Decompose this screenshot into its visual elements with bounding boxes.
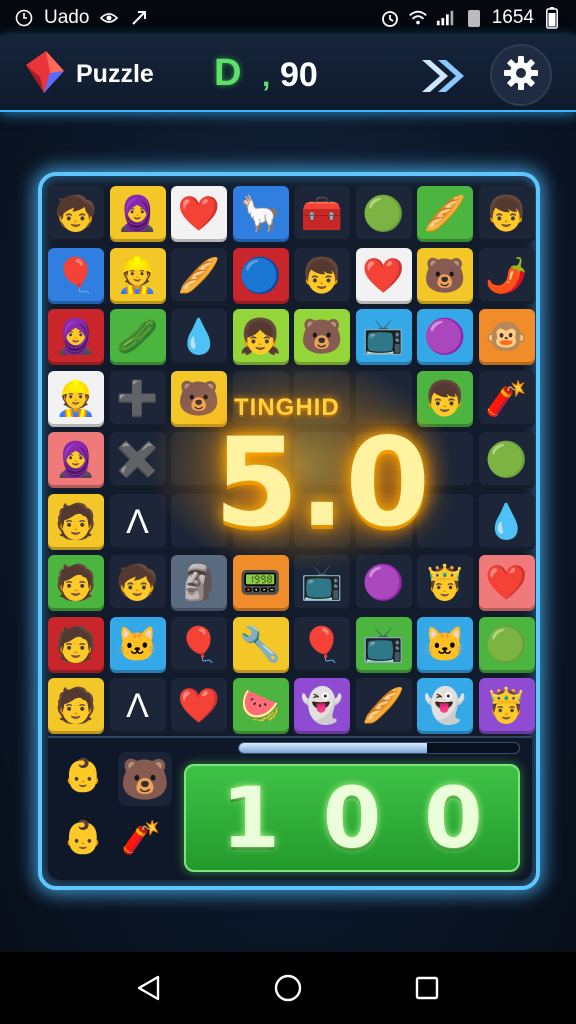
recents-square-icon xyxy=(415,976,438,1000)
signal-icon xyxy=(436,8,456,28)
game-screen: Uado 1654 Puzzle D , 90 🧒 🧕 ❤️ 🦙 🧰 🟢 🥖 👦… xyxy=(0,0,576,1024)
game-tile[interactable]: 🗿 xyxy=(171,555,227,611)
game-tile[interactable]: 🥖 xyxy=(355,678,412,734)
booster-piece[interactable]: 👶 xyxy=(60,814,106,860)
notification-icon xyxy=(129,8,149,28)
clock-time: 1654 xyxy=(491,7,534,28)
game-tile[interactable]: ❤️ xyxy=(478,555,535,611)
game-tile[interactable]: 🐱 xyxy=(417,616,473,673)
game-tile[interactable]: 🎈 xyxy=(294,616,350,673)
game-tile[interactable]: 📺 xyxy=(355,309,412,365)
eye-icon xyxy=(99,8,119,28)
game-tile[interactable]: 🎈 xyxy=(171,616,227,673)
game-tile[interactable]: 🥖 xyxy=(417,186,473,242)
moves-counter: 1 0 0 xyxy=(184,764,520,872)
booster-piece[interactable]: 🧨 xyxy=(118,814,164,860)
booster-piece[interactable]: 👶 xyxy=(60,752,106,798)
game-tile[interactable]: 🧰 xyxy=(294,186,350,242)
top-bar: Puzzle D , 90 xyxy=(0,36,576,112)
game-tile[interactable]: 👷 xyxy=(48,370,104,427)
game-tile[interactable]: 🧒 xyxy=(109,555,166,611)
game-tile[interactable]: 🌶️ xyxy=(478,247,535,304)
game-tile[interactable]: 👦 xyxy=(478,186,535,242)
game-tile[interactable]: 🧑 xyxy=(48,555,104,611)
game-tile[interactable]: Λ xyxy=(109,678,166,734)
home-circle-icon xyxy=(274,974,302,1002)
wifi-icon xyxy=(408,8,428,28)
game-tile[interactable]: 🐻 xyxy=(294,309,350,365)
back-button[interactable] xyxy=(129,968,169,1008)
bottom-panel: 👶 🐻 👶 🧨 1 0 0 xyxy=(48,736,532,880)
game-tile[interactable]: 🧒 xyxy=(48,186,104,242)
game-tile[interactable]: 🧕 xyxy=(109,186,166,242)
game-tile[interactable]: ❤️ xyxy=(171,186,227,242)
game-tile[interactable]: 💧 xyxy=(478,493,535,550)
combo-multiplier: 5.0 xyxy=(214,412,431,554)
game-tile[interactable]: 🧕 xyxy=(48,432,104,488)
game-tile[interactable]: 🧑 xyxy=(48,616,104,673)
game-tile[interactable]: 🧨 xyxy=(478,370,535,427)
game-tile[interactable]: 👦 xyxy=(294,247,350,304)
game-tile[interactable]: 🍉 xyxy=(232,678,289,734)
game-tile[interactable]: Λ xyxy=(109,493,166,550)
level-progress-bar xyxy=(238,742,520,754)
score-value: 90 xyxy=(280,56,318,94)
status-bar: Uado 1654 xyxy=(0,0,576,36)
game-tile[interactable]: 💧 xyxy=(171,309,227,365)
game-tile[interactable]: 🟣 xyxy=(417,309,473,365)
battery-icon xyxy=(542,7,562,29)
game-tile[interactable]: 👻 xyxy=(294,678,350,734)
back-triangle-icon xyxy=(138,975,160,1001)
alarm-icon xyxy=(380,8,400,28)
sim-icon xyxy=(464,8,484,28)
game-tile[interactable]: 🔵 xyxy=(232,247,289,304)
game-tile[interactable]: 🟢 xyxy=(355,186,412,242)
game-tile[interactable]: 👧 xyxy=(232,309,289,365)
settings-button[interactable] xyxy=(490,44,552,106)
game-tile[interactable]: 🐵 xyxy=(478,309,535,365)
game-tile[interactable]: 🧕 xyxy=(48,309,104,365)
score-separator: , xyxy=(262,60,271,93)
game-tile[interactable]: 📺 xyxy=(355,616,412,673)
game-tile[interactable]: 🧑 xyxy=(48,678,104,734)
game-tile[interactable]: 🥖 xyxy=(171,247,227,304)
recents-button[interactable] xyxy=(407,968,447,1008)
game-tile[interactable]: 🧑 xyxy=(48,493,104,550)
game-tile[interactable]: ❤️ xyxy=(355,247,412,304)
game-tile[interactable]: 🟢 xyxy=(478,432,535,488)
game-tile[interactable]: 🟢 xyxy=(478,616,535,673)
game-tile[interactable]: 🟣 xyxy=(355,555,412,611)
progress-fill xyxy=(239,743,427,753)
navigation-bar xyxy=(0,952,576,1024)
game-tile[interactable]: ➕ xyxy=(109,370,166,427)
game-tile[interactable]: 🦙 xyxy=(232,186,289,242)
booster-piece[interactable]: 🐻 xyxy=(118,752,172,806)
clock-status-icon xyxy=(14,8,34,28)
game-tile[interactable]: 🐱 xyxy=(109,616,166,673)
counter-digit: 0 xyxy=(322,769,382,867)
counter-digit: 1 xyxy=(221,769,280,867)
game-tile[interactable]: 🐻 xyxy=(417,247,473,304)
game-tile[interactable]: 🔧 xyxy=(232,616,289,673)
app-logo-icon[interactable] xyxy=(22,49,68,97)
fast-forward-icon[interactable] xyxy=(420,56,464,96)
gear-icon xyxy=(503,55,539,96)
game-tile[interactable]: 🤴 xyxy=(417,555,473,611)
game-tile[interactable]: 🎈 xyxy=(48,247,104,304)
score-icon: D xyxy=(214,52,242,94)
app-title: Puzzle xyxy=(76,60,154,88)
game-tile[interactable]: 🤴 xyxy=(478,678,535,734)
game-tile[interactable]: 👻 xyxy=(417,678,473,734)
home-button[interactable] xyxy=(268,968,308,1008)
game-tile[interactable]: 🥒 xyxy=(109,309,166,365)
game-tile[interactable]: 👷 xyxy=(109,247,166,304)
carrier-name: Uado xyxy=(44,7,90,28)
game-tile[interactable]: ❤️ xyxy=(171,678,227,734)
counter-digit: 0 xyxy=(424,769,483,867)
